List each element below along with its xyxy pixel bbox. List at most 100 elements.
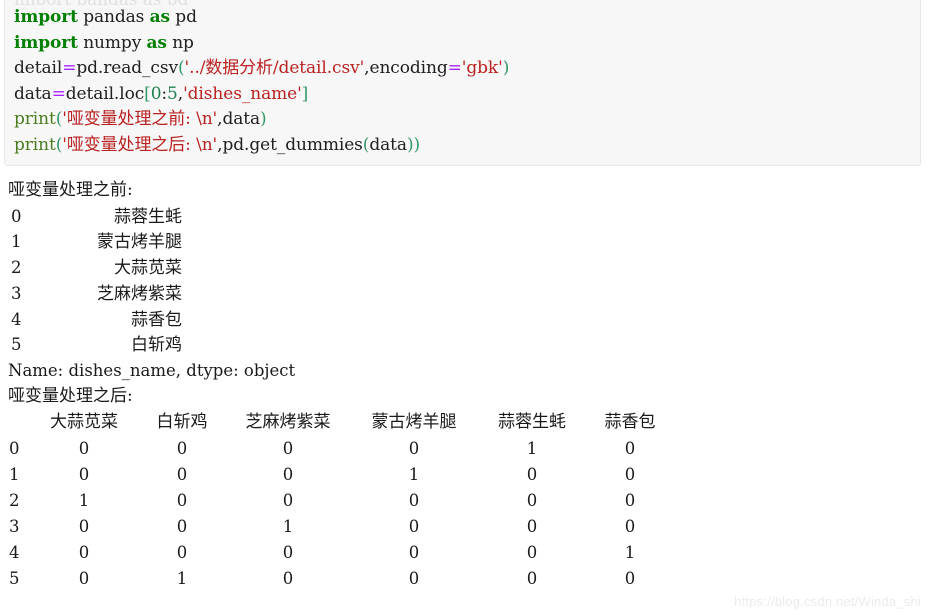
code-token: '哑变量处理之前: \n' [62,109,218,129]
dummies-cell: 0 [624,491,636,511]
series-row-value: 蒙古烤羊腿 [97,232,182,253]
dummies-column-header: 蒜蓉生蚝 [498,412,566,433]
code-token: pd.get_dummies [222,134,363,155]
dummies-table-body: 0000010100010021000003001000400000150100… [8,436,918,592]
code-token: pd.read_csv [76,58,178,78]
output-label-before: 哑变量处理之前: [8,180,133,200]
dummies-row-index: 5 [9,569,20,589]
output-area: 哑变量处理之前: 0 蒜蓉生蚝 1 蒙古烤羊腿 2 大蒜苋菜 3 芝麻烤紫菜 4 蒜香包 5 白斩鸡 … [8,178,918,592]
dummies-cell: 0 [526,491,538,511]
table-row: 5 0 1 0 0 0 0 [8,566,918,592]
dummies-cell: 1 [624,543,636,563]
dummies-cell: 0 [78,569,90,589]
output-label-after: 哑变量处理之后: [8,385,133,406]
dummies-cell: 0 [282,465,294,485]
dummies-cell: 0 [624,569,636,589]
code-token: pandas [77,7,150,27]
dummies-cell: 0 [176,491,188,511]
dummies-cell: 0 [176,439,188,459]
series-row: 2 大蒜苋菜 [8,255,918,281]
series-row-index: 5 [11,335,22,355]
series-row-index: 1 [11,232,22,252]
code-token: '哑变量处理之后: \n' [62,134,218,155]
code-token: np [166,32,194,53]
dummies-cell: 0 [526,517,538,537]
line-1: import pandas as pd [14,5,920,31]
code-token: import [14,7,78,27]
dummies-cell: 0 [176,465,188,485]
dummies-cell: 0 [624,517,636,537]
dummies-cell: 1 [78,491,90,511]
table-row: 4 0 0 0 0 0 1 [8,540,918,566]
series-row: 1 蒙古烤羊腿 [8,229,918,255]
series-row-index: 4 [11,309,22,329]
dummies-cell: 1 [282,517,294,537]
dummies-cell: 0 [408,569,420,589]
code-token: print [14,134,56,155]
code-token: ) [502,58,510,78]
series-footer: Name: dishes_name, dtype: object [8,361,296,381]
code-token: as [146,32,167,53]
dummies-cell: 0 [176,517,188,537]
dummies-cell: 0 [408,439,420,459]
series-row-index: 0 [11,206,22,226]
code-token: = [51,83,66,104]
table-row: 0 0 0 0 0 1 0 [8,436,918,462]
code-token: 'dishes_name' [183,83,302,104]
line-5: print('哑变量处理之前: \n',data) [14,107,920,133]
watermark-text: https://blog.csdn.net/Winda_shi [734,594,921,609]
code-cell[interactable]: import pandas as pd import pandas as pdi… [4,0,921,166]
code-token: 'gbk' [461,58,503,78]
series-output-block: 0 蒜蓉生蚝 1 蒙古烤羊腿 2 大蒜苋菜 3 芝麻烤紫菜 4 蒜香包 5 白斩鸡 [8,204,918,359]
code-token: pd [170,7,197,27]
code-token: numpy [77,32,147,53]
dummies-column-header: 蒙古烤羊腿 [371,412,457,433]
code-token: print [14,109,56,129]
dummies-cell: 0 [526,543,538,563]
series-row: 4 蒜香包 [8,307,918,333]
dummies-column-header: 白斩鸡 [156,412,208,433]
dummies-cell: 0 [624,465,636,485]
dummies-cell: 0 [78,543,90,563]
dummies-cell: 0 [408,491,420,511]
code-token: )) [406,134,421,155]
code-token: data [369,134,407,155]
dummies-row-index: 0 [9,439,20,459]
dummies-cell: 0 [282,491,294,511]
line-4: data=detail.loc[0:5,'dishes_name'] [14,82,920,108]
dummies-cell: 1 [176,569,188,589]
dummies-column-header: 蒜香包 [604,412,656,433]
code-cell-content[interactable]: import pandas as pd import pandas as pdi… [5,0,920,158]
code-token: '../数据分析/detail.csv' [184,58,365,78]
dummies-cell: 0 [526,569,538,589]
code-token: encoding [369,58,448,78]
dummies-row-index: 4 [9,543,20,563]
dummies-cell: 0 [282,543,294,563]
dummies-cell: 0 [78,439,90,459]
dummies-cell: 0 [78,517,90,537]
dummies-cell: 0 [176,543,188,563]
series-row-value: 芝麻烤紫菜 [97,283,182,304]
line-6: print('哑变量处理之后: \n',pd.get_dummies(data)… [14,133,920,159]
code-token: 0 [150,83,162,104]
dummies-cell: 0 [526,465,538,485]
series-row: 5 白斩鸡 [8,332,918,358]
code-token: ] [301,83,309,104]
dummies-cell: 0 [282,569,294,589]
table-row: 1 0 0 0 1 0 0 [8,462,918,488]
code-token: ) [260,109,267,129]
dummies-cell: 0 [78,465,90,485]
code-token: = [447,58,462,78]
dummies-table-header: 大蒜苋菜 白斩鸡 芝麻烤紫菜 蒙古烤羊腿 蒜蓉生蚝 蒜香包 [8,409,918,436]
series-row: 3 芝麻烤紫菜 [8,281,918,307]
code-line-list: import pandas as pd import numpy as np det… [14,5,920,158]
table-row: 2 1 0 0 0 0 0 [8,488,918,514]
dummies-column-header: 大蒜苋菜 [50,412,118,433]
code-token: as [149,7,170,27]
series-row-value: 大蒜苋菜 [114,258,182,279]
code-token: 5 [167,83,178,104]
code-token: detail [14,58,63,78]
code-line-partial-top: import pandas as pd [14,0,920,5]
dummies-cell: 0 [624,439,636,459]
dummies-row-index: 1 [9,465,20,485]
